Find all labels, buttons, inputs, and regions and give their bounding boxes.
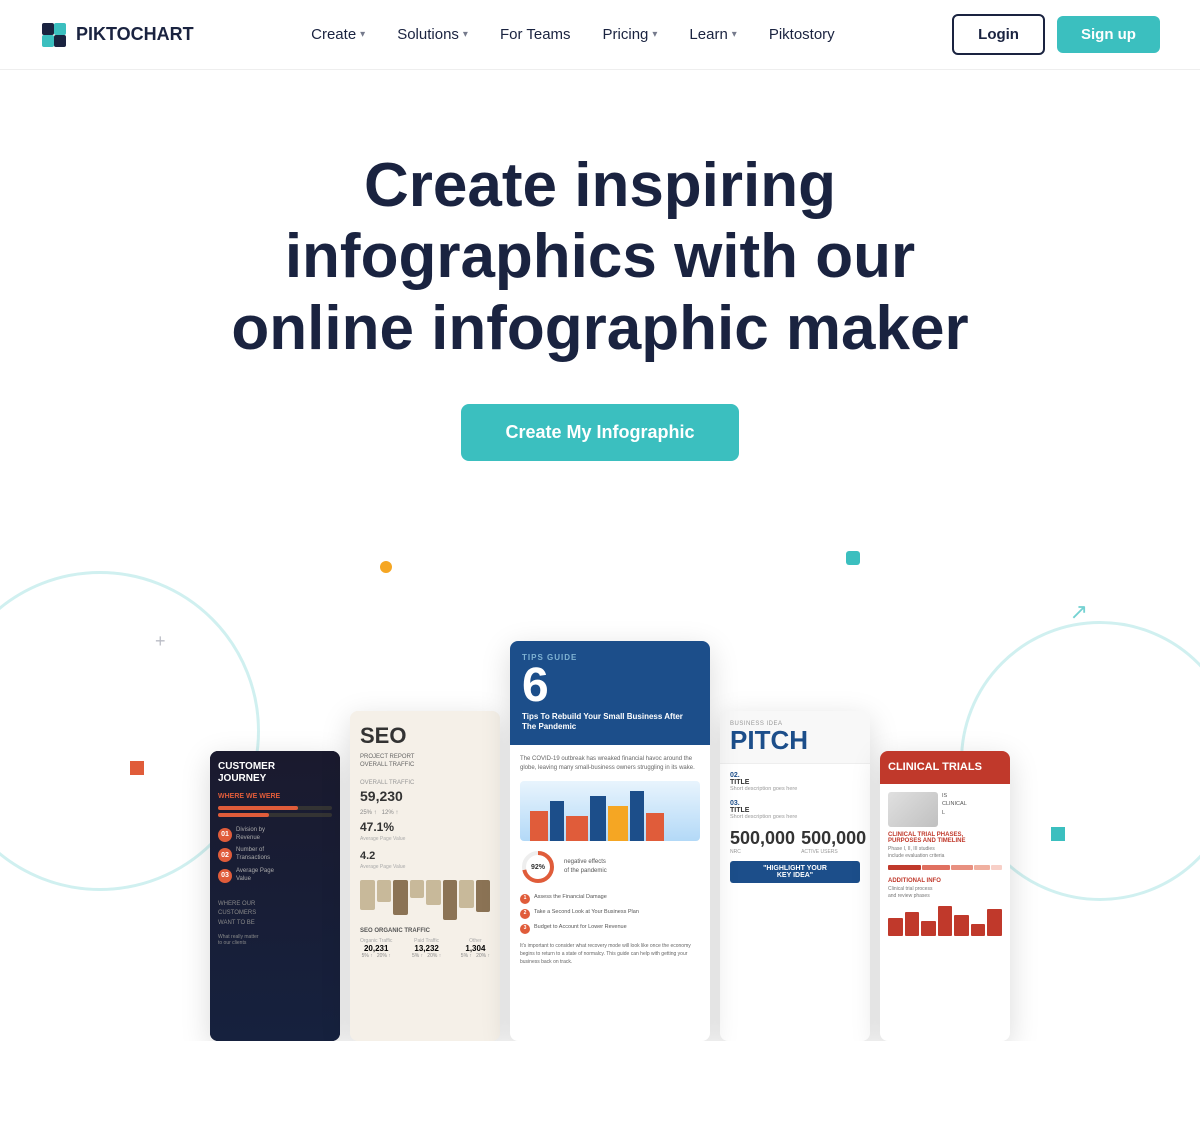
deco-square-teal <box>1051 827 1065 841</box>
nav-item-for-teams[interactable]: For Teams <box>488 18 583 51</box>
card-clinical-trials: CLINICAL TRIALS ISCLINICALL CLINICAL TRI… <box>880 751 1010 1041</box>
card1-step3: 03 Average PageValue <box>218 868 332 884</box>
brand-logo[interactable]: PIKTOCHART <box>40 21 194 49</box>
card4-section2: 03. TITLE Short description goes here <box>730 800 860 820</box>
card4-section1: 02. TITLE Short description goes here <box>730 772 860 792</box>
cards-row: CUSTOMERjourney WHERE WE WERE 01 Divisio… <box>210 641 990 1041</box>
card5-section2: ADDITIONAL INFO Clinical trial processan… <box>888 878 1002 900</box>
chevron-icon: ▾ <box>463 29 468 40</box>
hero-cta-button[interactable]: Create My Infographic <box>461 404 738 461</box>
deco-dot-teal <box>846 551 860 565</box>
card2-seo-stats: Organic Traffic 20,231 5% ↑ 20% ↑ Paid T… <box>360 938 490 959</box>
hero-section: Create inspiring infographics with our o… <box>0 70 1200 501</box>
card2-stats: 25% ↑ 12% ↑ <box>360 810 490 816</box>
card2-avg: 4.2 <box>360 850 490 862</box>
card5-bar-chart <box>888 906 1002 936</box>
card1-footer: WHERE OURCUSTOMERSWANT TO BE <box>218 900 332 929</box>
card4-header: BUSINESS IDEA PITCH <box>720 711 870 764</box>
card3-footer-text: It's important to consider what recovery… <box>520 942 700 966</box>
card1-footer2: What really matterto our clients <box>218 934 332 946</box>
card5-title: CLINICAL TRIALS <box>888 761 1002 774</box>
card5-image <box>888 792 938 827</box>
card4-stats-row: 500,000 NRC 500,000 ACTIVE USERS <box>730 828 860 855</box>
card2-title: SEO <box>360 723 490 749</box>
card2-label: OVERALL TRAFFIC <box>360 780 490 786</box>
login-button[interactable]: Login <box>952 14 1045 55</box>
chevron-icon: ▾ <box>652 29 657 40</box>
card2-stat-label: Average Page Value <box>360 836 490 842</box>
deco-dot-orange <box>380 561 392 573</box>
svg-text:92%: 92% <box>531 864 546 871</box>
card4-highlight: "HIGHLIGHT YOURKEY IDEA" <box>730 861 860 883</box>
donut-chart: 92% <box>520 849 556 885</box>
card5-img-row: ISCLINICALL <box>888 792 1002 827</box>
deco-triangle-red <box>130 761 144 775</box>
showcase-section: + ↗ CUSTOMERjourney WHERE WE WERE 01 Div… <box>0 541 1200 1041</box>
nav-actions: Login Sign up <box>952 14 1160 55</box>
nav-item-solutions[interactable]: Solutions ▾ <box>385 18 480 51</box>
card1-step2: 02 Number ofTransactions <box>218 847 332 863</box>
card-business-pitch: BUSINESS IDEA PITCH 02. TITLE Short desc… <box>720 711 870 1041</box>
chevron-icon: ▾ <box>732 29 737 40</box>
card3-number: 6 <box>522 662 698 710</box>
nav-item-learn[interactable]: Learn ▾ <box>677 18 748 51</box>
card3-steps: 1 Assess the Financial Damage 2 Take a S… <box>520 893 700 934</box>
card5-section1: CLINICAL TRIAL PHASES,PURPOSES AND TIMEL… <box>888 832 1002 860</box>
card3-body-text: The COVID-19 outbreak has wreaked financ… <box>520 755 700 773</box>
chevron-icon: ▾ <box>360 29 365 40</box>
card1-subtitle: WHERE WE WERE <box>218 793 332 800</box>
card2-big-stat: 47.1% <box>360 820 490 834</box>
nav-item-create[interactable]: Create ▾ <box>299 18 377 51</box>
card5-header: CLINICAL TRIALS <box>880 751 1010 784</box>
card-seo: SEO PROJECT REPORTOVERALL TRAFFIC OVERAL… <box>350 711 500 1041</box>
card3-header: TIPS GUIDE 6 Tips To Rebuild Your Small … <box>510 641 710 745</box>
card4-title: PITCH <box>730 727 860 753</box>
card2-bar-chart <box>360 880 490 920</box>
card3-city-illustration <box>520 781 700 841</box>
navbar: PIKTOCHART Create ▾ Solutions ▾ For Team… <box>0 0 1200 70</box>
card1-bar <box>218 806 332 810</box>
hero-title: Create inspiring infographics with our o… <box>210 150 990 364</box>
card2-traffic-num: 59,230 <box>360 788 490 804</box>
card1-title: CUSTOMERjourney <box>218 761 332 785</box>
deco-arrow-icon: ↗ <box>1070 599 1088 625</box>
nav-links: Create ▾ Solutions ▾ For Teams Pricing ▾… <box>299 18 847 51</box>
card3-head-text: Tips To Rebuild Your Small Business Afte… <box>522 712 698 733</box>
nav-item-pricing[interactable]: Pricing ▾ <box>591 18 670 51</box>
logo-icon <box>40 21 68 49</box>
signup-button[interactable]: Sign up <box>1057 16 1160 53</box>
card3-body: The COVID-19 outbreak has wreaked financ… <box>510 745 710 976</box>
card2-sub: PROJECT REPORTOVERALL TRAFFIC <box>360 753 490 770</box>
card-tips-pandemic: TIPS GUIDE 6 Tips To Rebuild Your Small … <box>510 641 710 1041</box>
card-customer-journey: CUSTOMERjourney WHERE WE WERE 01 Divisio… <box>210 751 340 1041</box>
card4-body: 02. TITLE Short description goes here 03… <box>720 764 870 891</box>
deco-cross-icon: + <box>155 631 166 652</box>
nav-item-piktostory[interactable]: Piktostory <box>757 18 847 51</box>
brand-name: PIKTOCHART <box>76 24 194 45</box>
card5-body: ISCLINICALL CLINICAL TRIAL PHASES,PURPOS… <box>880 784 1010 944</box>
card1-step1: 01 Division byRevenue <box>218 827 332 843</box>
card3-donut-row: 92% negative effectsof the pandemic <box>520 849 700 885</box>
card2-seo-label: SEO ORGANIC TRAFFIC <box>360 928 490 934</box>
card2-avg-label: Average Page Value <box>360 864 490 870</box>
card5-progress <box>888 865 1002 870</box>
card1-bar2 <box>218 813 332 817</box>
